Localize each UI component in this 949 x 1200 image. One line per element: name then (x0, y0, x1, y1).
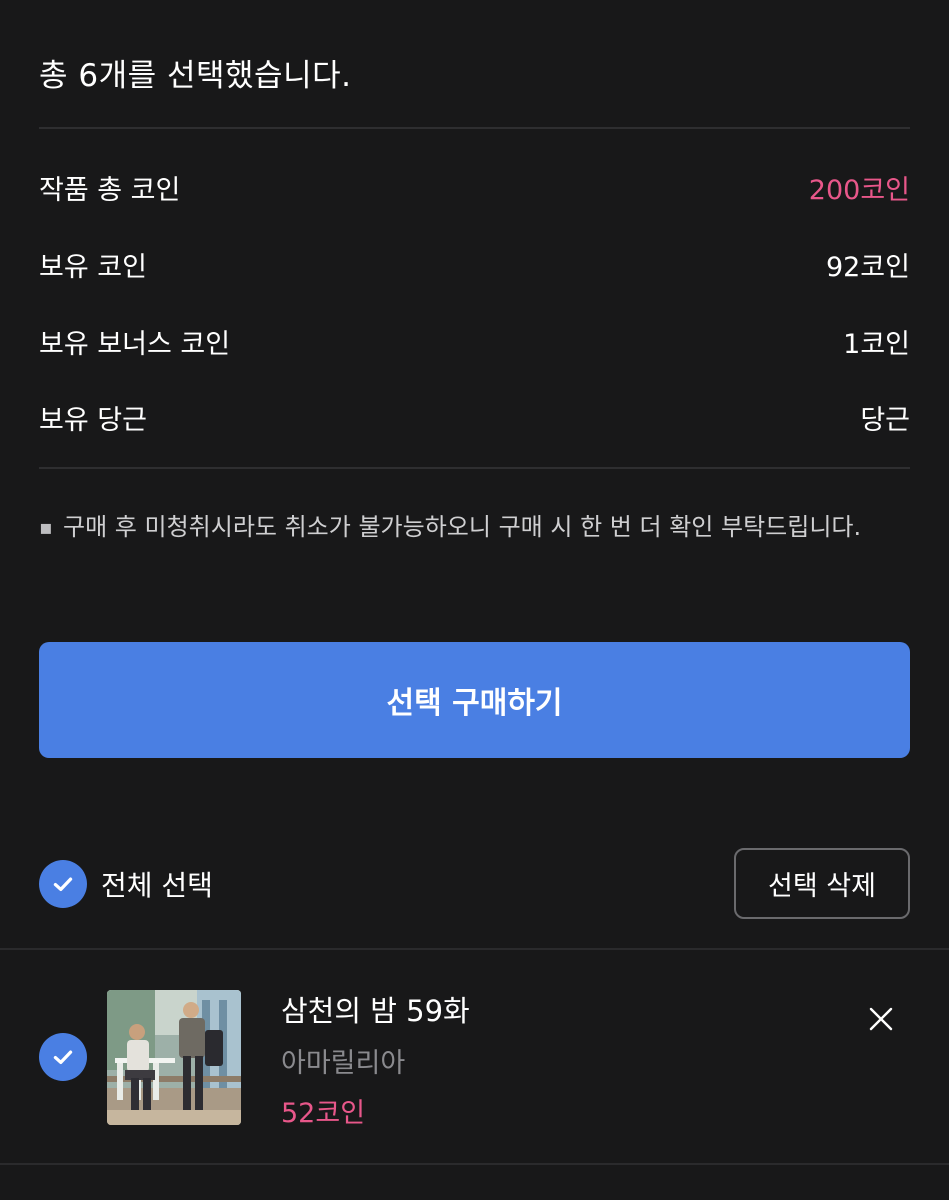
item-title[interactable]: 삼천의 밤 59화 (281, 988, 470, 1030)
select-all-label[interactable]: 전체 선택 (101, 864, 213, 904)
total-coin-label: 작품 총 코인 (39, 174, 181, 206)
notice-text: 구매 후 미청취시라도 취소가 불가능하오니 구매 시 한 번 더 확인 부탁드… (63, 513, 862, 541)
item-price: 52코인 (281, 1098, 366, 1129)
total-coin-value: 200코인 (808, 174, 910, 206)
divider (0, 948, 949, 950)
close-icon (869, 1007, 893, 1031)
carrot-value: 당근 (860, 404, 910, 436)
cover-illustration (107, 990, 241, 1125)
item-checkbox[interactable] (39, 1033, 87, 1081)
purchase-notice: ▪ 구매 후 미청취시라도 취소가 불가능하오니 구매 시 한 번 더 확인 부… (39, 509, 910, 545)
divider (39, 127, 910, 129)
item-author: 아마릴리아 (281, 1048, 406, 1079)
owned-coin-value: 92코인 (825, 251, 910, 283)
episode-thumbnail[interactable] (107, 990, 241, 1125)
page-title: 총 6개를 선택했습니다. (39, 58, 352, 94)
check-icon (53, 877, 73, 892)
bonus-coin-row: 보유 보너스 코인 1코인 (39, 321, 910, 361)
bonus-coin-value: 1코인 (843, 328, 910, 360)
divider (0, 1163, 949, 1165)
delete-selected-button[interactable]: 선택 삭제 (734, 848, 910, 919)
bullet-icon: ▪ (39, 515, 53, 539)
carrot-label: 보유 당근 (39, 404, 147, 436)
purchase-page: 총 6개를 선택했습니다. 작품 총 코인 200코인 보유 코인 92코인 보… (0, 0, 949, 1200)
check-icon (53, 1050, 73, 1065)
select-all-checkbox[interactable] (39, 860, 87, 908)
divider (39, 467, 910, 469)
remove-item-button[interactable] (862, 1000, 900, 1038)
buy-selected-button[interactable]: 선택 구매하기 (39, 642, 910, 758)
total-coin-row: 작품 총 코인 200코인 (39, 167, 910, 207)
owned-coin-label: 보유 코인 (39, 251, 147, 283)
bonus-coin-label: 보유 보너스 코인 (39, 328, 231, 360)
owned-coin-row: 보유 코인 92코인 (39, 244, 910, 284)
carrot-row: 보유 당근 당근 (39, 397, 910, 437)
